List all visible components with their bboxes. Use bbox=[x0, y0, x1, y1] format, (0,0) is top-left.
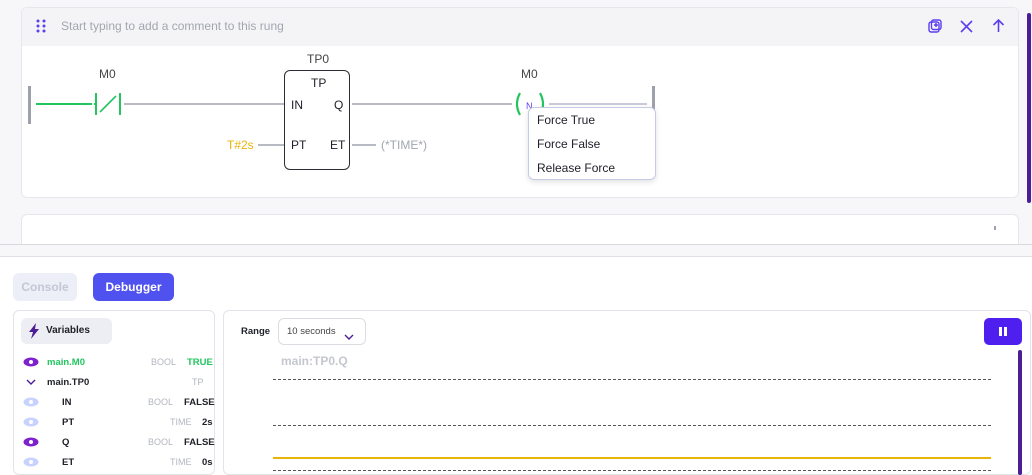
eye-icon[interactable] bbox=[23, 357, 39, 370]
wire-contact-to-block bbox=[124, 103, 284, 105]
wire-coil-to-rail bbox=[549, 103, 647, 105]
panel-divider[interactable] bbox=[0, 244, 1032, 245]
eye-icon[interactable] bbox=[23, 457, 39, 470]
block-input-pt: PT bbox=[291, 138, 307, 152]
tab-debugger[interactable]: Debugger bbox=[93, 273, 174, 301]
next-rung-marker bbox=[994, 226, 996, 230]
eye-icon[interactable] bbox=[23, 417, 39, 430]
force-context-menu: Force True Force False Release Force bbox=[528, 107, 656, 180]
pause-button[interactable] bbox=[984, 318, 1022, 345]
grid-line bbox=[273, 470, 991, 471]
coil-label: M0 bbox=[521, 67, 538, 81]
left-power-rail bbox=[28, 86, 31, 124]
grid-line bbox=[273, 379, 991, 380]
variable-row[interactable]: PT TIME 2s bbox=[20, 412, 214, 432]
rung-comment-input[interactable]: Start typing to add a comment to this ru… bbox=[61, 19, 284, 33]
signal-trace bbox=[273, 457, 991, 459]
variables-label: Variables bbox=[46, 325, 90, 336]
eye-icon[interactable] bbox=[23, 437, 39, 450]
arrow-up-icon[interactable] bbox=[992, 18, 1005, 33]
close-icon[interactable] bbox=[960, 20, 973, 33]
chevron-down-icon bbox=[344, 328, 354, 340]
contact-label: M0 bbox=[99, 67, 116, 81]
wire-pt bbox=[258, 144, 284, 146]
tab-console[interactable]: Console bbox=[13, 273, 77, 301]
variable-row[interactable]: ET TIME 0s bbox=[20, 452, 214, 472]
block-instance-label: TP0 bbox=[307, 52, 330, 66]
variable-row[interactable]: IN BOOL FALSE bbox=[20, 392, 215, 412]
variable-row[interactable]: main.TP0 TP bbox=[20, 372, 214, 392]
lightning-icon bbox=[28, 323, 40, 339]
pt-value[interactable]: T#2s bbox=[227, 138, 254, 152]
menu-item-force-true[interactable]: Force True bbox=[537, 113, 595, 127]
wire-et bbox=[352, 144, 376, 146]
next-rung-card bbox=[21, 214, 1019, 244]
et-value[interactable]: (*TIME*) bbox=[381, 138, 427, 152]
menu-item-force-false[interactable]: Force False bbox=[537, 137, 600, 151]
range-label: Range bbox=[241, 326, 271, 337]
range-value: 10 seconds bbox=[287, 326, 336, 337]
menu-item-release-force[interactable]: Release Force bbox=[537, 161, 615, 175]
graph-title: main:TP0.Q bbox=[281, 354, 348, 368]
block-input-in: IN bbox=[291, 98, 303, 112]
block-type-label: TP bbox=[311, 76, 327, 90]
drag-handle-icon[interactable] bbox=[36, 19, 46, 33]
eye-icon[interactable] bbox=[23, 397, 39, 410]
wire-block-to-coil bbox=[352, 103, 512, 105]
variable-row[interactable]: Q BOOL FALSE bbox=[20, 432, 215, 452]
grid-line bbox=[273, 425, 991, 426]
graph-scrollbar[interactable] bbox=[1018, 350, 1022, 475]
chevron-down-icon[interactable] bbox=[26, 378, 36, 389]
block-output-q: Q bbox=[334, 98, 344, 112]
editor-scrollbar[interactable] bbox=[1027, 13, 1031, 203]
duplicate-icon[interactable] bbox=[928, 19, 942, 33]
contact-element[interactable] bbox=[94, 93, 122, 115]
wire-energized bbox=[36, 103, 92, 105]
pause-icon bbox=[999, 327, 1007, 336]
block-output-et: ET bbox=[330, 138, 346, 152]
variable-row[interactable]: main.M0 BOOL TRUE bbox=[20, 352, 214, 372]
